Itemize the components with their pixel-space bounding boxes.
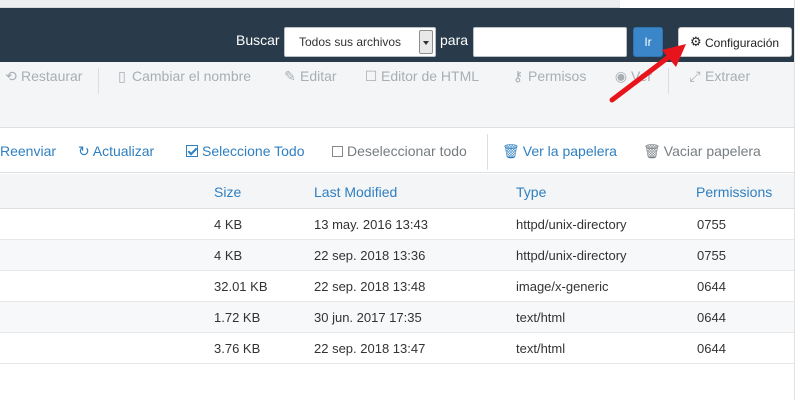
- chevron-down-icon[interactable]: [419, 30, 433, 54]
- key-icon: ⚷: [512, 68, 524, 84]
- cell-size: 1.72 KB: [214, 310, 261, 325]
- edit-button[interactable]: ✎ Editar: [283, 68, 337, 85]
- table-row[interactable]: 3.76 KB 22 sep. 2018 13:47 text/html 064…: [0, 333, 794, 364]
- cell-permissions: 0755: [697, 248, 726, 263]
- column-header-size[interactable]: Size: [214, 184, 241, 200]
- settings-button-label: Configuración: [705, 36, 780, 50]
- search-label: Buscar: [236, 32, 280, 48]
- trash-icon: 🗑: [502, 143, 520, 159]
- cell-type: httpd/unix-directory: [516, 248, 627, 263]
- edit-square-icon: ☐: [364, 68, 378, 84]
- table-row[interactable]: 32.01 KB 22 sep. 2018 13:48 image/x-gene…: [0, 271, 794, 302]
- cell-type: httpd/unix-directory: [516, 217, 627, 232]
- cell-type: image/x-generic: [516, 279, 609, 294]
- file-table-header: Size Last Modified Type Permissions: [0, 174, 794, 209]
- search-scope-select[interactable]: Todos sus archivos: [284, 27, 436, 57]
- select-all-label: Seleccione Todo: [202, 143, 305, 159]
- restore-button[interactable]: ⟲ Restaurar: [4, 68, 82, 85]
- cell-permissions: 0644: [697, 279, 726, 294]
- rename-label: Cambiar el nombre: [132, 68, 252, 84]
- deselect-all-button[interactable]: Deseleccionar todo: [332, 143, 467, 159]
- top-strip-panel: [0, 0, 620, 8]
- restore-label: Restaurar: [21, 68, 83, 84]
- trash-icon: 🗑: [643, 143, 661, 159]
- column-header-last-modified[interactable]: Last Modified: [314, 184, 397, 200]
- cell-last-modified: 30 jun. 2017 17:35: [314, 310, 422, 325]
- cell-type: text/html: [516, 310, 566, 325]
- table-row[interactable]: 4 KB 13 may. 2016 13:43 httpd/unix-direc…: [0, 209, 794, 240]
- table-row[interactable]: 1.72 KB 30 jun. 2017 17:35 text/html 064…: [0, 302, 794, 333]
- refresh-button[interactable]: ↻ Actualizar: [78, 143, 154, 160]
- search-scope-value: Todos sus archivos: [299, 35, 402, 49]
- empty-trash-button[interactable]: 🗑 Vaciar papelera: [643, 143, 761, 160]
- forward-button[interactable]: Reenviar: [0, 143, 56, 159]
- deselect-all-label: Deseleccionar todo: [347, 143, 467, 159]
- divider: [98, 68, 99, 94]
- view-trash-label: Ver la papelera: [522, 143, 617, 159]
- para-label: para: [440, 32, 469, 48]
- forward-label: Reenviar: [0, 143, 57, 159]
- checkbox-checked-icon: [186, 145, 198, 157]
- html-editor-label: Editor de HTML: [381, 68, 480, 84]
- cell-permissions: 0755: [697, 217, 726, 232]
- cell-size: 4 KB: [214, 248, 243, 263]
- column-header-permissions[interactable]: Permissions: [696, 184, 772, 200]
- divider: [487, 134, 488, 170]
- cell-last-modified: 13 may. 2016 13:43: [314, 217, 428, 232]
- rename-button[interactable]: ▯ Cambiar el nombre: [115, 68, 251, 85]
- annotation-arrow-icon: [609, 44, 686, 103]
- cell-permissions: 0644: [697, 310, 726, 325]
- extract-label: Extraer: [705, 68, 751, 84]
- permissions-button[interactable]: ⚷ Permisos: [511, 68, 587, 85]
- top-strip: [0, 0, 800, 8]
- cell-last-modified: 22 sep. 2018 13:48: [314, 279, 426, 294]
- select-all-button[interactable]: Seleccione Todo: [186, 143, 304, 159]
- cell-size: 32.01 KB: [214, 279, 268, 294]
- refresh-label: Actualizar: [92, 143, 155, 159]
- edit-label: Editar: [300, 68, 337, 84]
- html-editor-button[interactable]: ☐ Editor de HTML: [364, 68, 479, 85]
- empty-trash-label: Vaciar papelera: [663, 143, 761, 159]
- pencil-icon: ✎: [284, 68, 296, 84]
- cell-last-modified: 22 sep. 2018 13:47: [314, 341, 426, 356]
- file-icon: ▯: [118, 68, 126, 84]
- cell-size: 4 KB: [214, 217, 243, 232]
- cell-last-modified: 22 sep. 2018 13:36: [314, 248, 426, 263]
- cell-size: 3.76 KB: [214, 341, 261, 356]
- scrollbar-edge[interactable]: [794, 0, 800, 400]
- cell-type: text/html: [516, 341, 566, 356]
- undo-icon: ⟲: [5, 68, 17, 84]
- table-row[interactable]: 4 KB 22 sep. 2018 13:36 httpd/unix-direc…: [0, 240, 794, 271]
- selection-toolbar: Reenviar ↻ Actualizar Seleccione Todo Des…: [0, 129, 794, 173]
- cell-permissions: 0644: [697, 341, 726, 356]
- column-header-type[interactable]: Type: [516, 184, 546, 200]
- view-trash-button[interactable]: 🗑 Ver la papelera: [502, 143, 617, 160]
- refresh-icon: ↻: [78, 143, 90, 159]
- checkbox-empty-icon: [332, 146, 343, 157]
- permissions-label: Permisos: [528, 68, 587, 84]
